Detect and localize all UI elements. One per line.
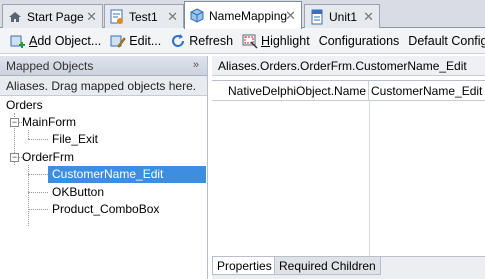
tree-node-okbutton[interactable]: OKButton (52, 184, 104, 201)
tab-label: NameMapping (209, 8, 288, 23)
tree-node-label: Orders (6, 98, 43, 112)
object-properties-panel: Aliases.Orders.OrderFrm.CustomerName_Edi… (212, 56, 485, 279)
panel-title: Mapped Objects (6, 58, 94, 73)
tree-node-label: MainForm (22, 115, 77, 129)
tree-node-orders[interactable]: Orders (6, 97, 43, 114)
tree-node-mainform[interactable]: MainForm (22, 114, 76, 131)
default-configuration-label: Default Configuration (408, 33, 485, 48)
mapped-objects-panel: Mapped Objects » Aliases. Drag mapped ob… (0, 56, 208, 279)
tree-connector (28, 192, 48, 193)
tree-node-customername-edit[interactable]: CustomerName_Edit (48, 166, 206, 183)
tab-test1[interactable]: Test1 ✕ (104, 4, 184, 28)
add-object-button[interactable]: Add Object... (10, 33, 101, 49)
script-unit-icon (311, 9, 323, 24)
edit-button[interactable]: Edit... (110, 33, 161, 49)
tab-required-children[interactable]: Required Children (274, 257, 381, 275)
home-icon (9, 11, 21, 22)
configurations-button[interactable]: Configurations (319, 34, 400, 48)
highlight-label: ighlight (270, 33, 310, 48)
tree-node-label: Product_ComboBox (52, 202, 160, 216)
edit-icon (110, 35, 126, 48)
highlight-underline: H (261, 33, 271, 48)
document-tab-strip: Start Page ✕ Test1 ✕ NameMapping ✕ Unit1… (0, 0, 485, 29)
edit-label: Edit... (129, 33, 162, 48)
default-configuration-dropdown[interactable]: Default Configuration (408, 34, 485, 48)
aliases-hint: Aliases. Drag mapped objects here. (0, 76, 207, 96)
tab-label: Start Page (27, 9, 84, 24)
grid-divider (369, 101, 370, 277)
tree-node-label: OKButton (52, 185, 105, 199)
close-icon[interactable]: ✕ (285, 8, 296, 24)
property-name: NativeDelphiObject.Name (212, 81, 369, 100)
tree-node-file-exit[interactable]: File_Exit (52, 131, 98, 148)
name-mapping-icon (190, 7, 204, 23)
collapse-node-icon[interactable]: − (10, 118, 19, 127)
tree-node-label: File_Exit (52, 132, 99, 146)
mapped-objects-header: Mapped Objects » (0, 56, 207, 76)
tab-namemapping[interactable]: NameMapping ✕ (184, 1, 302, 29)
tree-node-product-combobox[interactable]: Product_ComboBox (52, 201, 159, 218)
highlight-button[interactable]: Highlight (242, 33, 310, 49)
tree-node-label: CustomerName_Edit (52, 167, 164, 181)
keyword-test-icon (110, 9, 123, 24)
refresh-icon (172, 33, 185, 47)
tab-properties[interactable]: Properties (212, 257, 277, 275)
highlight-icon (242, 34, 258, 49)
close-icon[interactable]: ✕ (86, 9, 97, 25)
refresh-button[interactable]: Refresh (170, 33, 233, 49)
properties-grid: NativeDelphiObject.Name CustomerName_Edi… (212, 80, 485, 277)
tree-connector (28, 139, 48, 140)
collapse-node-icon[interactable]: − (10, 153, 19, 162)
property-row[interactable]: NativeDelphiObject.Name CustomerName_Edi… (212, 81, 485, 101)
namemapping-toolbar: Add Object... Edit... Refresh Highlight … (0, 28, 485, 54)
tab-label: Unit1 (329, 9, 358, 24)
tree-node-orderfrm[interactable]: OrderFrm (22, 149, 74, 166)
properties-bottom-tabs: Properties Required Children (212, 256, 485, 279)
tree-node-label: OrderFrm (22, 150, 74, 164)
tree-connector (28, 209, 48, 210)
object-path: Aliases.Orders.OrderFrm.CustomerName_Edi… (212, 56, 485, 76)
tree-connector (28, 130, 29, 139)
add-object-label: dd Object... (37, 33, 102, 48)
mapped-objects-tree: Orders − MainForm File_Exit − OrderFrm C… (0, 96, 207, 276)
refresh-label: Refresh (189, 33, 234, 48)
collapse-icon[interactable]: » (193, 59, 199, 71)
property-value[interactable]: CustomerName_Edit (369, 81, 485, 100)
tab-unit1[interactable]: Unit1 ✕ (304, 4, 380, 28)
tree-connector (28, 174, 48, 175)
close-icon[interactable]: ✕ (167, 9, 178, 25)
tab-start-page[interactable]: Start Page ✕ (2, 4, 103, 28)
close-icon[interactable]: ✕ (363, 9, 374, 25)
configurations-label: Configurations (318, 33, 400, 48)
tab-label: Test1 (129, 9, 158, 24)
add-object-icon (10, 35, 25, 48)
